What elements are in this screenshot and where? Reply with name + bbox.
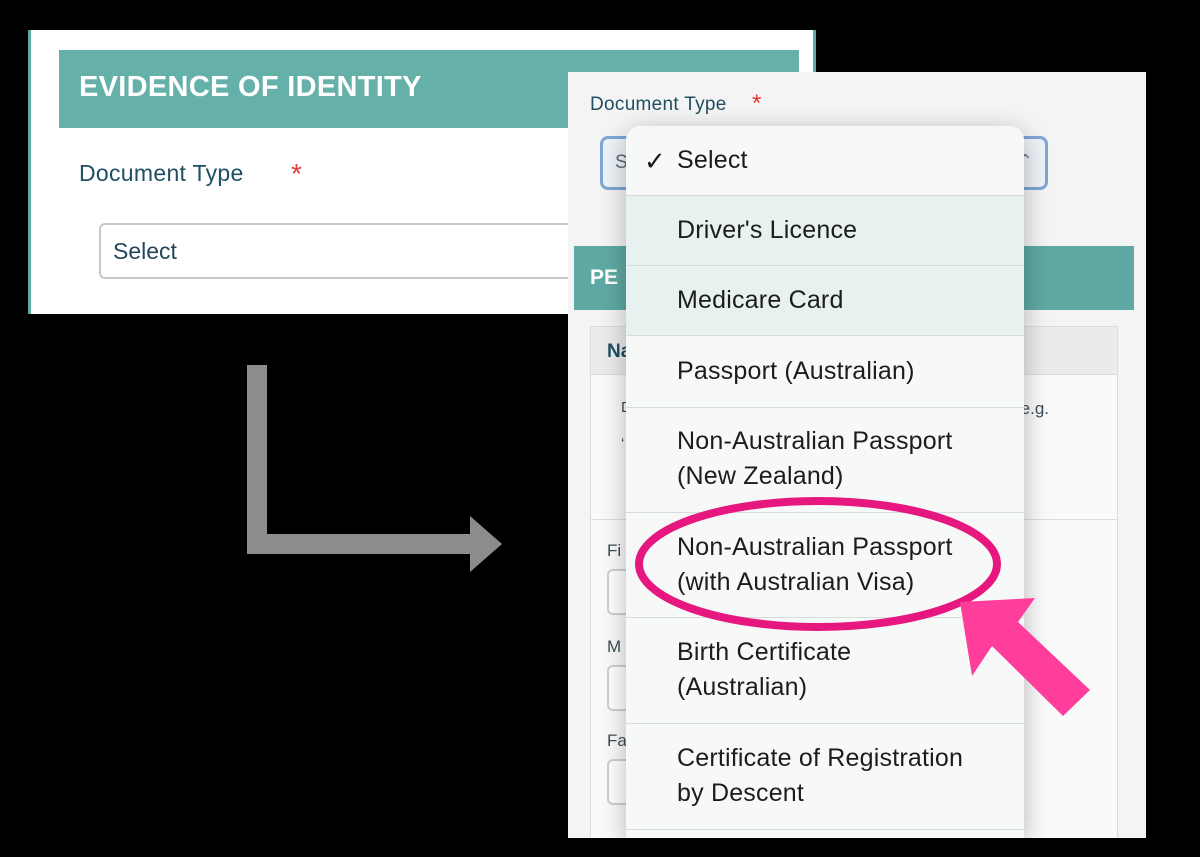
option-birth-certificate[interactable]: Birth Certificate (Australian) [626,618,1024,724]
option-label: Birth Certificate [677,638,852,666]
option-label-line2: by Descent [677,779,805,807]
hint-text: e.g. [1020,399,1049,418]
option-select[interactable]: ✓ Select [626,126,1024,196]
option-label: Certificate of Registration [677,744,964,772]
required-star-icon: * [752,90,762,117]
option-label-line2: (with Australian Visa) [677,568,915,596]
family-name-label: Fa [607,731,627,750]
option-label: Non-Australian Passport [677,427,953,455]
option-label-line2: (Australian) [677,673,808,701]
option-label: Select [677,146,748,174]
hint-text: ‘ [621,435,625,452]
first-name-label: Fi [607,541,622,560]
option-passport-with-visa[interactable]: Non-Australian Passport (with Australian… [626,513,1024,618]
option-passport-australian[interactable]: Passport (Australian) [626,336,1024,408]
document-type-label: Document Type [590,94,727,115]
option-medicare-card[interactable]: Medicare Card [626,266,1024,336]
option-certificate-registration-descent[interactable]: Certificate of Registration by Descent [626,724,1024,830]
middle-name-label: M [607,637,622,656]
option-label: Medicare Card [677,286,844,314]
option-drivers-licence[interactable]: Driver's Licence [626,196,1024,266]
option-label: Non-Australian Passport [677,533,953,561]
option-label: Driver's Licence [677,216,858,244]
option-label-line2: (New Zealand) [677,462,844,490]
option-label: Passport (Australian) [677,357,915,385]
option-passport-new-zealand[interactable]: Non-Australian Passport (New Zealand) [626,408,1024,513]
checkmark-icon: ✓ [644,146,666,176]
document-type-dropdown[interactable]: ✓ Select Driver's Licence Medicare Card … [626,126,1024,838]
